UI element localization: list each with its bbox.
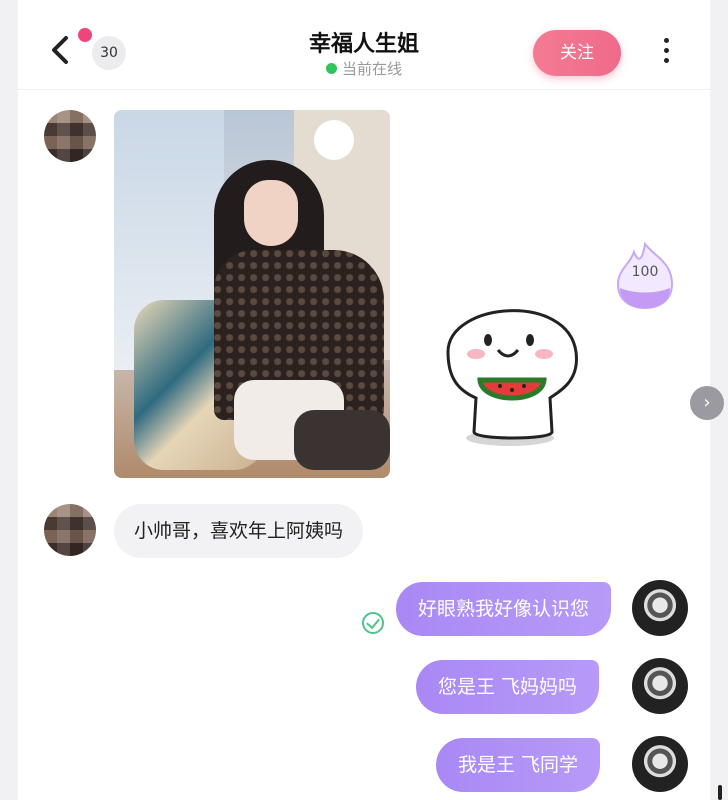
more-options-button[interactable] [658,38,674,68]
online-status-label: 当前在线 [341,60,402,78]
user-avatar[interactable] [632,580,688,636]
back-button[interactable] [48,30,78,70]
more-vertical-icon [663,38,669,43]
chevron-right-button[interactable]: › [690,386,724,420]
chat-header: 30 幸福人生姐 当前在线 关注 [18,0,710,90]
watermelon-sticker[interactable] [418,282,590,454]
photo-message[interactable] [114,110,390,478]
outgoing-message: 您是王 飞妈妈吗 [416,660,600,714]
contact-avatar[interactable] [44,504,96,556]
chevron-right-icon: › [703,392,711,413]
chat-screen: 30 幸福人生姐 当前在线 关注 100 › 小帅哥，喜欢年上阿姨吗 好眼熟我好… [18,0,724,800]
contact-avatar[interactable] [44,110,96,162]
outgoing-message: 我是王 飞同学 [436,738,601,792]
read-check-icon [362,612,384,634]
online-dot [325,63,337,74]
incoming-message: 小帅哥，喜欢年上阿姨吗 [114,504,364,558]
heat-value: 100 [631,264,659,280]
user-avatar[interactable] [632,736,688,792]
chevron-left-icon [52,36,68,64]
user-avatar[interactable] [632,658,688,714]
heat-badge[interactable]: 100 [614,241,676,310]
scrollbar[interactable] [718,785,722,800]
online-status: 当前在线 [218,58,510,79]
unread-dot [78,28,92,42]
follow-button[interactable]: 关注 [533,30,621,76]
chat-title: 幸福人生姐 [308,32,419,57]
outgoing-message: 好眼熟我好像认识您 [396,582,612,636]
unread-count-badge: 30 [92,36,126,70]
